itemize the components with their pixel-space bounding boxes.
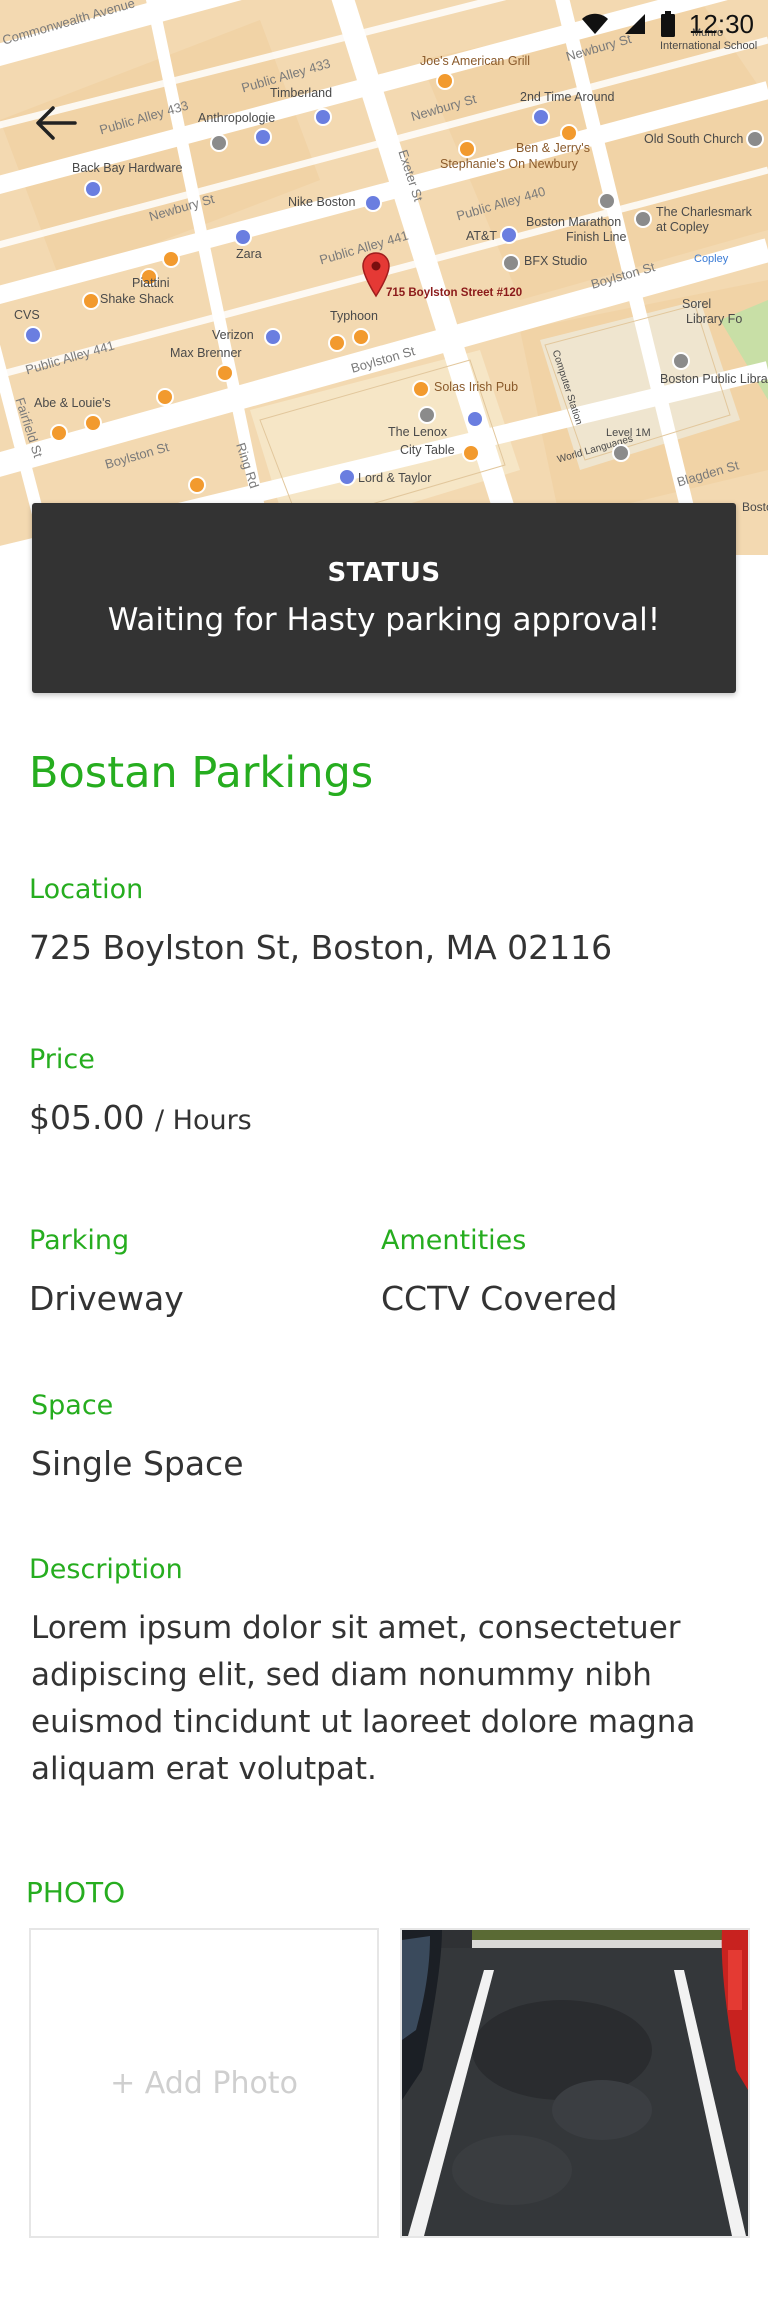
- status-time: 12:30: [688, 8, 754, 39]
- back-button[interactable]: [28, 95, 84, 151]
- map-place: Finish Line: [566, 230, 627, 244]
- map-place: Nike Boston: [288, 195, 356, 209]
- store-pin-icon: [264, 328, 282, 346]
- location-label: Location: [29, 874, 144, 905]
- arrow-left-icon: [36, 106, 77, 140]
- transit-station[interactable]: Copley: [694, 253, 728, 265]
- space-label: Space: [31, 1390, 114, 1421]
- map-place: Timberland: [270, 86, 333, 100]
- map-place: Anthropologie: [198, 111, 276, 125]
- map-place: Abe & Louie's: [34, 396, 111, 410]
- status-card: STATUS Waiting for Hasty parking approva…: [32, 503, 736, 693]
- amenities-value: CCTV Covered: [381, 1279, 618, 1318]
- restaurant-pin-icon: [84, 414, 102, 432]
- map-place: Typhoon: [330, 309, 378, 323]
- map-place: Shake Shack: [100, 292, 174, 306]
- map-place: Max Brenner: [170, 346, 242, 360]
- parking-value: Driveway: [29, 1279, 184, 1318]
- space-value: Single Space: [31, 1444, 244, 1483]
- photo-section-label: PHOTO: [26, 1876, 126, 1909]
- store-pin-icon: [254, 128, 272, 146]
- restaurant-pin-icon: [328, 334, 346, 352]
- pub-pin-icon: [412, 380, 430, 398]
- map-place: Stephanie's On Newbury: [440, 157, 578, 171]
- restaurant-pin-icon: [560, 124, 578, 142]
- school-pin-icon: [612, 444, 630, 462]
- map-place: Library Fo: [686, 312, 743, 326]
- restaurant-pin-icon: [162, 250, 180, 268]
- map-place: BFX Studio: [524, 254, 588, 268]
- add-photo-button[interactable]: + Add Photo: [29, 1928, 379, 2238]
- map-place: Solas Irish Pub: [434, 380, 519, 394]
- location-value: 725 Boylston St, Boston, MA 02116: [29, 928, 613, 967]
- signal-icon: [624, 14, 645, 34]
- store-pin-icon: [314, 108, 332, 126]
- map-place: The Lenox: [388, 425, 448, 439]
- price-value: $05.00 / Hours: [29, 1098, 252, 1137]
- restaurant-pin-icon: [188, 476, 206, 494]
- map-place: 2nd Time Around: [520, 90, 615, 104]
- listing-title: Bostan Parkings: [29, 748, 374, 798]
- map-place: Boston Marathon: [526, 215, 622, 229]
- map-place: Boston: [742, 500, 768, 514]
- map-place: Sorel: [682, 297, 712, 311]
- restaurant-pin-icon: [50, 424, 68, 442]
- store-pin-icon: [364, 194, 382, 212]
- store-pin-icon: [84, 180, 102, 198]
- map-place: Boston Public Library: [660, 372, 768, 386]
- map-place: Back Bay Hardware: [72, 161, 183, 175]
- map-place: AT&T: [466, 229, 498, 243]
- store-pin-icon: [234, 228, 252, 246]
- status-message: Waiting for Hasty parking approval!: [107, 602, 661, 638]
- description-value: Lorem ipsum dolor sit amet, consectetuer…: [31, 1610, 696, 1787]
- parking-label: Parking: [29, 1225, 130, 1256]
- parking-photo-thumbnail[interactable]: [400, 1928, 750, 2238]
- map-place: Verizon: [212, 328, 254, 342]
- map-place: CVS: [14, 308, 40, 322]
- map-place: Lord & Taylor: [358, 471, 432, 485]
- map-place: Ben & Jerry's: [516, 141, 590, 155]
- store-pin-icon: [24, 326, 42, 344]
- battery-icon: [660, 11, 675, 37]
- restaurant-pin-icon: [352, 328, 370, 346]
- price-label: Price: [29, 1044, 95, 1075]
- info-pin-icon: [466, 410, 484, 428]
- parking-photo-image: [402, 1930, 748, 2236]
- map-place: City Table: [400, 443, 455, 457]
- hotel-pin-icon: [634, 210, 652, 228]
- restaurant-pin-icon: [156, 388, 174, 406]
- restaurant-pin-icon: [436, 72, 454, 90]
- marker-label: 715 Boylston Street #120: [386, 287, 523, 299]
- restaurant-pin-icon: [458, 140, 476, 158]
- map-place: The Charlesmark: [656, 205, 752, 219]
- restaurant-pin-icon: [216, 364, 234, 382]
- restaurant-pin-icon: [462, 444, 480, 462]
- landmark-pin-icon: [598, 192, 616, 210]
- price-amount: $05.00: [29, 1098, 145, 1137]
- map-place: Joe's American Grill: [420, 54, 531, 68]
- map-place: Old South Church: [644, 132, 744, 146]
- gym-pin-icon: [502, 254, 520, 272]
- map-place: at Copley: [656, 220, 709, 234]
- description-label: Description: [29, 1554, 183, 1585]
- status-bar: 12:30: [508, 0, 768, 48]
- store-pin-icon: [532, 108, 550, 126]
- wifi-icon: [581, 13, 608, 34]
- store-pin-icon: [500, 226, 518, 244]
- price-unit: / Hours: [154, 1105, 252, 1136]
- church-pin-icon: [746, 130, 764, 148]
- store-pin-icon: [210, 134, 228, 152]
- store-pin-icon: [338, 468, 356, 486]
- hotel-pin-icon: [418, 406, 436, 424]
- amenities-label: Amentities: [381, 1225, 527, 1256]
- library-pin-icon: [672, 352, 690, 370]
- restaurant-pin-icon: [82, 292, 100, 310]
- map-place: Zara: [236, 247, 262, 261]
- status-title: STATUS: [327, 558, 441, 588]
- map-place: Piattini: [132, 276, 170, 290]
- map-view[interactable]: Commonwealth Avenue Public Alley 433 Pub…: [0, 0, 768, 555]
